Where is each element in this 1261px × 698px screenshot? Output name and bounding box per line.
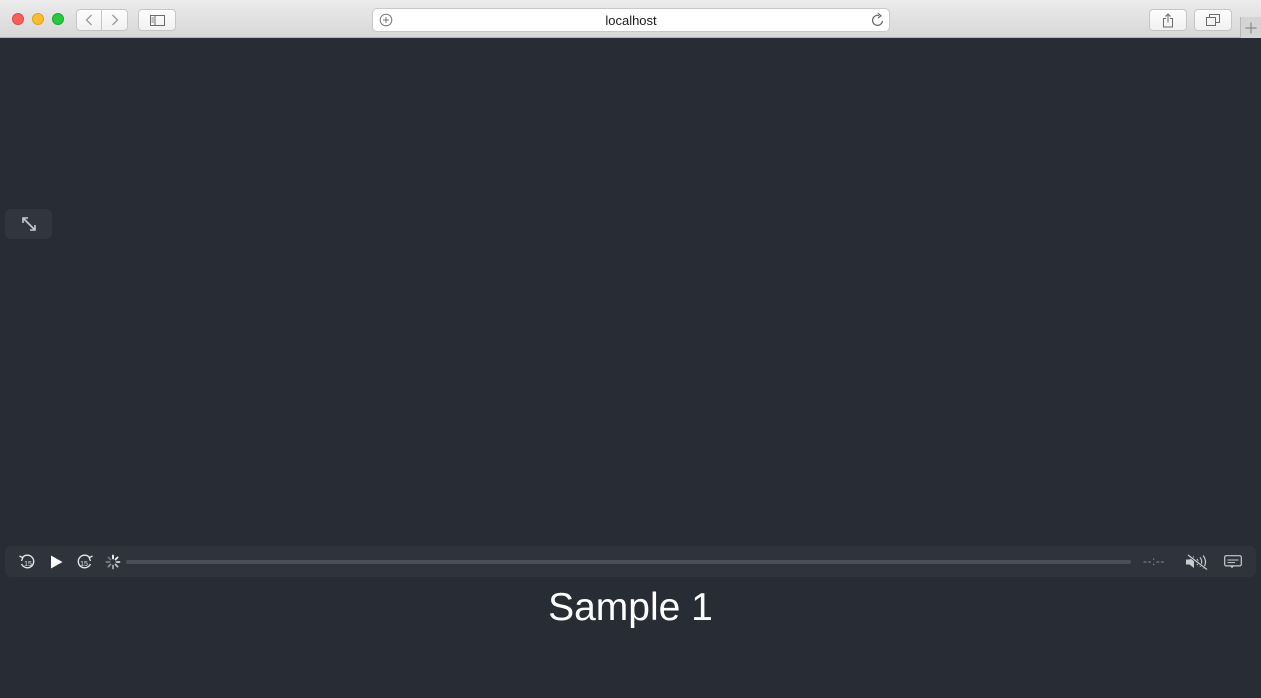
share-icon — [1163, 12, 1173, 27]
chevron-right-icon — [111, 14, 118, 26]
window-zoom-button[interactable] — [52, 13, 64, 25]
video-area[interactable] — [0, 39, 1261, 545]
time-remaining: --:-- — [1143, 554, 1165, 568]
muted-speaker-icon — [1186, 554, 1208, 570]
play-icon — [50, 555, 62, 569]
forward-button[interactable] — [101, 9, 128, 31]
window-minimize-button[interactable] — [32, 13, 44, 25]
new-tab-button[interactable] — [1240, 17, 1261, 38]
loading-indicator — [104, 553, 122, 571]
loading-spinner-icon — [105, 554, 121, 570]
reload-icon[interactable] — [871, 12, 885, 28]
captions-icon — [1224, 555, 1242, 569]
skip-back-label: 15 — [24, 561, 32, 568]
tab-overview-button[interactable] — [1194, 9, 1232, 31]
video-title: Sample 1 — [548, 586, 713, 629]
browser-toolbar: localhost — [0, 0, 1261, 38]
sidebar-toggle-button[interactable] — [138, 9, 176, 31]
mute-button[interactable] — [1184, 553, 1210, 571]
skip-back-15-icon: 15 — [19, 554, 35, 569]
back-button[interactable] — [76, 9, 102, 31]
skip-back-button[interactable]: 15 — [18, 553, 37, 571]
skip-forward-15-icon: 15 — [77, 554, 93, 569]
play-button[interactable] — [48, 553, 64, 571]
media-controls-bar: 15 15 --:-- — [5, 546, 1256, 577]
plus-icon — [1245, 22, 1257, 33]
skip-forward-label: 15 — [80, 561, 88, 568]
progress-slider[interactable] — [126, 560, 1131, 564]
captions-button[interactable] — [1223, 553, 1243, 571]
window-close-button[interactable] — [12, 13, 24, 25]
sidebar-icon — [149, 14, 165, 26]
share-button[interactable] — [1149, 9, 1187, 31]
tabs-overview-icon — [1206, 14, 1220, 26]
address-text[interactable]: localhost — [373, 13, 889, 28]
fullscreen-button[interactable] — [5, 209, 52, 239]
address-bar[interactable]: localhost — [372, 8, 890, 32]
skip-forward-button[interactable]: 15 — [75, 553, 94, 571]
chevron-left-icon — [85, 14, 92, 26]
expand-arrows-icon — [21, 217, 36, 231]
